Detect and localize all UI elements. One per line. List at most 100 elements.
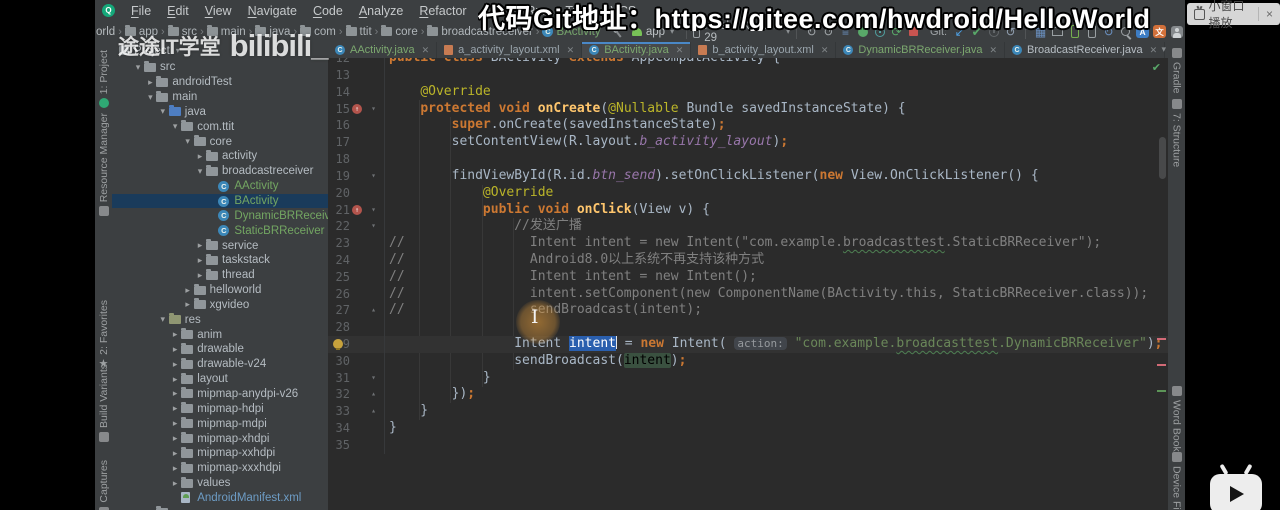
fold-marker-icon[interactable]: ▾ [364,202,378,219]
line-number[interactable]: 32 [328,386,350,403]
code-line-19[interactable]: 19 ▾ findViewById(R.id.btn_send).setOnCli… [328,167,1168,185]
tree-arrow-icon[interactable]: ▸ [169,448,181,459]
tree-item-DynamicBRReceiver[interactable]: C DynamicBRReceiver [112,208,328,223]
tree-item-core[interactable]: ▾ core [112,134,328,149]
tree-item-com.ttit[interactable]: ▾ com.ttit [112,119,328,134]
tree-arrow-icon[interactable]: ▾ [194,166,206,177]
tree-item-taskstack[interactable]: ▸ taskstack [112,253,328,268]
tool-stripe-device-file[interactable]: Device File [1168,452,1185,510]
tool-stripe-captures[interactable]: Captures [95,460,112,510]
tree-arrow-icon[interactable]: ▸ [169,433,181,444]
code-line-22[interactable]: 22 ▾ //发送广播 [328,218,1168,236]
tree-arrow-icon[interactable]: ▸ [169,374,181,385]
line-number[interactable]: 22 [328,218,350,235]
close-icon[interactable]: ✕ [567,45,575,56]
tree-arrow-icon[interactable]: ▸ [169,403,181,414]
code-line-33[interactable]: 33 ▴ } [328,403,1168,421]
line-number[interactable]: 18 [328,151,350,168]
intention-bulb-icon[interactable] [333,339,343,350]
tree-arrow-icon[interactable]: ▸ [194,151,206,162]
menu-file[interactable]: File [123,4,159,18]
tree-item-BActivity[interactable]: C BActivity [112,193,328,209]
code-line-16[interactable]: 16 super.onCreate(savedInstanceState); [328,117,1168,135]
tree-arrow-icon[interactable]: ▾ [157,106,169,117]
menu-navigate[interactable]: Navigate [240,4,305,18]
tree-item-mipmap-xhdpi[interactable]: ▸ mipmap-xhdpi [112,431,328,446]
tree-arrow-icon[interactable]: ▸ [169,359,181,370]
tree-item-helloworld[interactable]: ▸ helloworld [112,283,328,298]
scrollbar-thumb[interactable] [1159,137,1166,179]
line-number[interactable]: 23 [328,235,350,252]
tree-arrow-icon[interactable]: ▸ [144,77,156,88]
tree-arrow-icon[interactable]: ▸ [182,299,194,310]
line-number[interactable]: 13 [328,67,350,84]
line-number[interactable]: 25 [328,269,350,286]
tree-item-StaticBRReceiver[interactable]: C StaticBRReceiver [112,223,328,238]
code-line-32[interactable]: 32 ▴ }); [328,386,1168,404]
tree-arrow-icon[interactable]: ▾ [157,314,169,325]
tree-item-partial[interactable]: ▸ [112,505,328,510]
tree-item-broadcastreceiver[interactable]: ▾ broadcastreceiver [112,164,328,179]
code-line-20[interactable]: 20 @Override [328,184,1168,202]
line-number[interactable]: 14 [328,84,350,101]
tree-arrow-icon[interactable]: ▸ [194,240,206,251]
editor-tab-b_activity_layout.xml[interactable]: b_activity_layout.xml ✕ [691,42,837,58]
line-number[interactable]: 30 [328,353,350,370]
code-area[interactable]: 12 public class BActivity extends AppComp… [328,58,1168,510]
menu-analyze[interactable]: Analyze [351,4,411,18]
override-method-icon[interactable]: ↑ [350,202,364,219]
code-line-24[interactable]: 24 // Android8.0以上系统不再支持该种方式 [328,251,1168,269]
line-number[interactable]: 19 [328,168,350,185]
tree-item-mipmap-xxhdpi[interactable]: ▸ mipmap-xxhdpi [112,446,328,461]
code-line-23[interactable]: 23 // Intent intent = new Intent("com.exa… [328,235,1168,252]
tree-arrow-icon[interactable]: ▸ [194,270,206,281]
tree-item-anim[interactable]: ▸ anim [112,327,328,342]
code-line-15[interactable]: 15 ↑ ▾ protected void onCreate(@Nullable B… [328,100,1168,118]
fold-marker-icon[interactable]: ▾ [364,370,378,387]
tree-item-drawable[interactable]: ▸ drawable [112,342,328,357]
override-method-icon[interactable]: ↑ [350,101,364,118]
close-icon[interactable]: ✕ [989,45,997,56]
tree-arrow-icon[interactable]: ▸ [169,329,181,340]
tree-item-AActivity[interactable]: C AActivity [112,179,328,194]
code-line-17[interactable]: 17 setContentView(R.layout.b_activity_la… [328,134,1168,152]
tree-item-drawable-v24[interactable]: ▸ drawable-v24 [112,357,328,372]
code-line-12[interactable]: 12 public class BActivity extends AppComp… [328,58,1168,67]
code-line-35[interactable]: 35 [328,436,1168,454]
fold-marker-icon[interactable]: ▾ [364,168,378,185]
tree-arrow-icon[interactable]: ▸ [169,388,181,399]
line-number[interactable]: 28 [328,319,350,336]
line-number[interactable]: 31 [328,370,350,387]
tree-arrow-icon[interactable]: ▾ [182,136,194,147]
code-line-29[interactable]: 29 Intent intent = new Intent( action: "… [328,336,1168,353]
tree-item-thread[interactable]: ▸ thread [112,268,328,283]
line-number[interactable]: 26 [328,286,350,303]
code-line-21[interactable]: 21 ↑ ▾ public void onClick(View v) { [328,201,1168,219]
tool-stripe-7-structure[interactable]: 7: Structure [1168,99,1185,167]
tree-item-activity[interactable]: ▸ activity [112,149,328,164]
line-number[interactable]: 20 [328,185,350,202]
menu-edit[interactable]: Edit [159,4,197,18]
line-number[interactable]: 33 [328,403,350,420]
line-number[interactable]: 35 [328,437,350,454]
tree-arrow-icon[interactable]: ▸ [194,255,206,266]
editor-tab-BActivity.java[interactable]: C BActivity.java ✕ [582,42,692,58]
line-number[interactable]: 15 [328,101,350,118]
line-number[interactable]: 21 [328,202,350,219]
code-line-27[interactable]: 27 ▴// sendBroadcast(intent); [328,302,1168,320]
tree-item-mipmap-mdpi[interactable]: ▸ mipmap-mdpi [112,416,328,431]
tree-item-mipmap-hdpi[interactable]: ▸ mipmap-hdpi [112,401,328,416]
tree-item-androidTest[interactable]: ▸ androidTest [112,75,328,90]
line-number[interactable]: 34 [328,420,350,437]
menu-code[interactable]: Code [305,4,351,18]
editor-tab-DynamicBRReceiver.java[interactable]: C DynamicBRReceiver.java ✕ [836,42,1006,58]
tree-item-service[interactable]: ▸ service [112,238,328,253]
code-line-13[interactable]: 13 [328,67,1168,84]
code-line-31[interactable]: 31 ▾ } [328,369,1168,387]
tree-arrow-icon[interactable]: ▾ [144,92,156,103]
tool-stripe-1-project[interactable]: 1: Project [95,50,112,109]
tree-arrow-icon[interactable]: ▸ [169,463,181,474]
editor-tab-a_activity_layout.xml[interactable]: a_activity_layout.xml ✕ [437,42,583,58]
code-line-30[interactable]: 30 sendBroadcast(intent); [328,352,1168,370]
close-icon[interactable]: ✕ [821,45,829,56]
